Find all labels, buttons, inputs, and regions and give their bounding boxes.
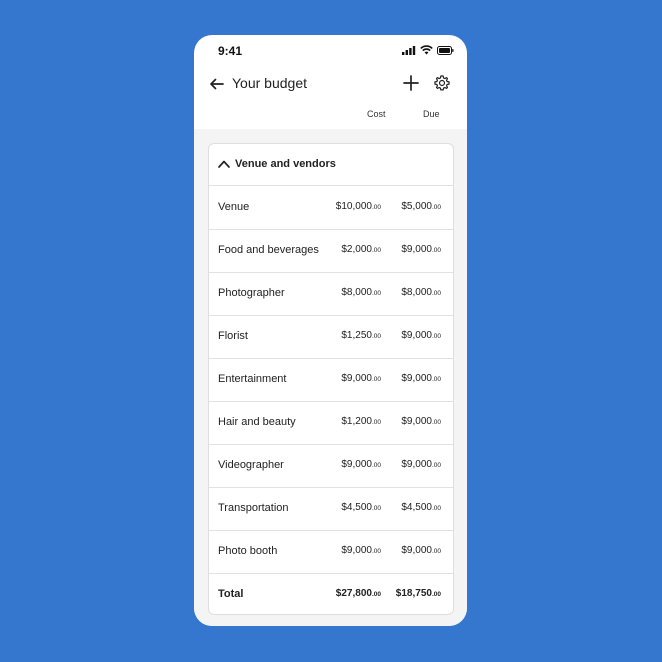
total-due: $18,750.00 (395, 588, 441, 599)
row-cost: $9,000.00 (341, 545, 381, 556)
row-label: Entertainment (218, 373, 287, 385)
chevron-up-icon[interactable] (217, 158, 231, 170)
budget-row-food-and-beverages[interactable]: Food and beverages $2,000.00 $9,000.00 (209, 229, 453, 273)
phone-frame: 9:41 Your budget Cost Due Venue and vend… (194, 35, 467, 626)
app-header: Your budget Cost Due (194, 67, 467, 130)
row-cost: $9,000.00 (341, 459, 381, 470)
row-cost: $2,000.00 (341, 244, 381, 255)
budget-row-entertainment[interactable]: Entertainment $9,000.00 $9,000.00 (209, 358, 453, 402)
status-bar: 9:41 (194, 35, 467, 67)
gear-icon[interactable] (433, 74, 451, 92)
row-cost: $4,500.00 (341, 502, 381, 513)
row-due: $5,000.00 (401, 201, 441, 212)
row-due: $9,000.00 (401, 373, 441, 384)
plus-icon[interactable] (401, 73, 421, 93)
budget-row-transportation[interactable]: Transportation $4,500.00 $4,500.00 (209, 487, 453, 531)
section-title: Venue and vendors (235, 158, 336, 170)
budget-row-photo-booth[interactable]: Photo booth $9,000.00 $9,000.00 (209, 530, 453, 574)
arrow-left-icon[interactable] (208, 75, 226, 93)
budget-card: Venue and vendors Venue $10,000.00 $5,00… (208, 143, 454, 615)
page-title: Your budget (232, 75, 307, 91)
row-cost: $1,200.00 (341, 416, 381, 427)
column-header-due: Due (423, 109, 440, 119)
row-due: $4,500.00 (401, 502, 441, 513)
row-label: Venue (218, 201, 250, 213)
section-header-venue-vendors[interactable]: Venue and vendors (209, 144, 453, 186)
row-due: $9,000.00 (401, 416, 441, 427)
row-label: Food and beverages (218, 244, 319, 256)
row-label: Photographer (218, 287, 285, 299)
column-header-cost: Cost (367, 109, 386, 119)
budget-content: Venue and vendors Venue $10,000.00 $5,00… (194, 129, 467, 626)
status-time: 9:41 (218, 44, 243, 58)
row-cost: $9,000.00 (341, 373, 381, 384)
total-cost: $27,800.00 (335, 588, 381, 599)
row-due: $9,000.00 (401, 244, 441, 255)
budget-row-hair-and-beauty[interactable]: Hair and beauty $1,200.00 $9,000.00 (209, 401, 453, 445)
row-due: $9,000.00 (401, 459, 441, 470)
total-label: Total (218, 588, 244, 600)
wifi-icon (420, 45, 433, 55)
battery-icon (437, 45, 454, 55)
row-cost: $8,000.00 (341, 287, 381, 298)
budget-row-total: Total $27,800.00 $18,750.00 (209, 573, 453, 614)
status-icons (402, 45, 454, 55)
budget-row-florist[interactable]: Florist $1,250.00 $9,000.00 (209, 315, 453, 359)
budget-row-videographer[interactable]: Videographer $9,000.00 $9,000.00 (209, 444, 453, 488)
row-label: Photo booth (218, 545, 278, 557)
cellular-signal-icon (402, 45, 416, 55)
row-label: Florist (218, 330, 248, 342)
row-due: $9,000.00 (401, 545, 441, 556)
row-label: Hair and beauty (218, 416, 296, 428)
row-due: $9,000.00 (401, 330, 441, 341)
budget-row-photographer[interactable]: Photographer $8,000.00 $8,000.00 (209, 272, 453, 316)
row-cost: $10,000.00 (335, 201, 381, 212)
row-due: $8,000.00 (401, 287, 441, 298)
budget-row-venue[interactable]: Venue $10,000.00 $5,000.00 (209, 186, 453, 230)
row-cost: $1,250.00 (341, 330, 381, 341)
row-label: Videographer (218, 459, 284, 471)
row-label: Transportation (218, 502, 289, 514)
